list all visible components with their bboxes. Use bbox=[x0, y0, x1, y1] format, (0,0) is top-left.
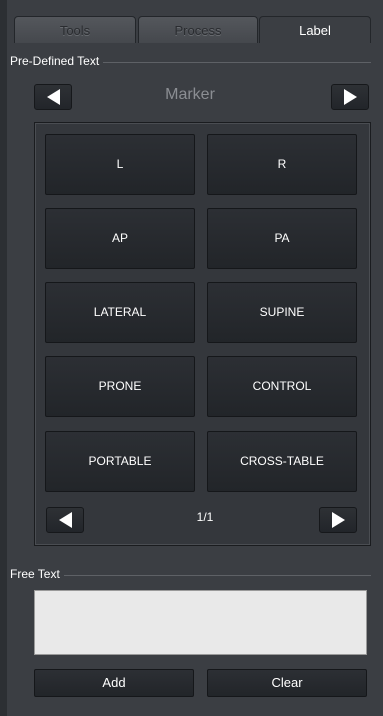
arrow-left-icon bbox=[46, 89, 60, 105]
free-text-group-label: Free Text bbox=[10, 567, 64, 581]
label-panel: Tools Process Label Pre-Defined Text Mar… bbox=[0, 0, 383, 716]
page-indicator: 1/1 bbox=[196, 510, 214, 524]
tab-tools[interactable]: Tools bbox=[14, 16, 136, 43]
label-button-l[interactable]: L bbox=[45, 134, 195, 195]
label-button-supine[interactable]: SUPINE bbox=[207, 282, 357, 343]
label-button-lateral[interactable]: LATERAL bbox=[45, 282, 195, 343]
tab-bar: Tools Process Label bbox=[14, 16, 371, 43]
category-title: Marker bbox=[165, 86, 215, 103]
arrow-right-icon bbox=[331, 512, 345, 528]
label-button-ap[interactable]: AP bbox=[45, 208, 195, 269]
category-prev-button[interactable] bbox=[34, 84, 72, 110]
predefined-group-label: Pre-Defined Text bbox=[10, 54, 104, 68]
label-button-pa[interactable]: PA bbox=[207, 208, 357, 269]
free-text-group-rule bbox=[24, 575, 371, 576]
arrow-right-icon bbox=[343, 89, 357, 105]
tab-label[interactable]: Label bbox=[259, 16, 371, 43]
label-button-r[interactable]: R bbox=[207, 134, 357, 195]
clear-button[interactable]: Clear bbox=[207, 669, 367, 697]
page-next-button[interactable] bbox=[319, 507, 357, 533]
page-prev-button[interactable] bbox=[46, 507, 84, 533]
arrow-left-icon bbox=[58, 512, 72, 528]
label-button-prone[interactable]: PRONE bbox=[45, 356, 195, 417]
panel-left-edge bbox=[0, 0, 7, 716]
tab-process[interactable]: Process bbox=[138, 16, 258, 43]
label-button-cross-table[interactable]: CROSS-TABLE bbox=[207, 431, 357, 492]
label-button-control[interactable]: CONTROL bbox=[207, 356, 357, 417]
label-button-portable[interactable]: PORTABLE bbox=[45, 431, 195, 492]
free-text-field[interactable] bbox=[34, 590, 367, 655]
category-next-button[interactable] bbox=[331, 84, 369, 110]
add-button[interactable]: Add bbox=[34, 669, 194, 697]
